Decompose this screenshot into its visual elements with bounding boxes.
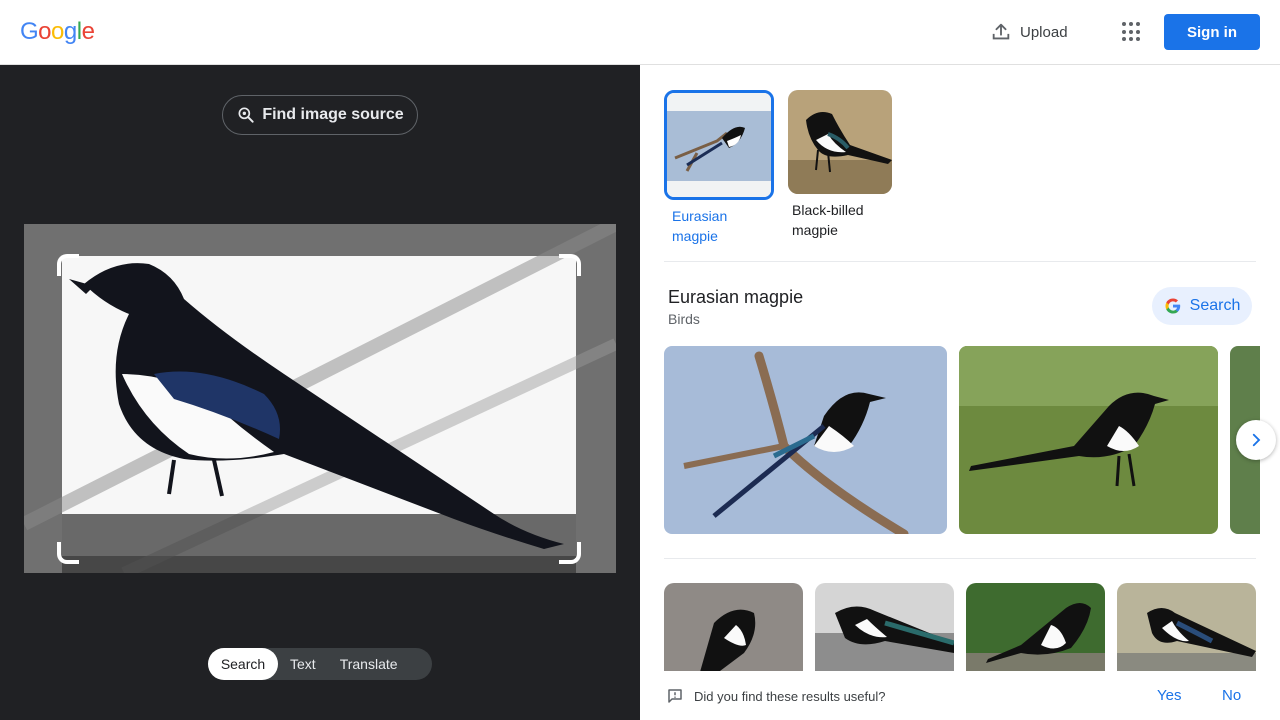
entity-chip-thumbnail — [664, 90, 774, 200]
feedback-question: Did you find these results useful? — [694, 689, 886, 704]
visual-match-2[interactable] — [815, 583, 954, 683]
crop-selection-frame[interactable] — [57, 254, 581, 564]
upload-icon — [992, 23, 1010, 40]
entity-search-label: Search — [1189, 297, 1241, 314]
result-image-2[interactable] — [959, 346, 1218, 534]
mode-search-tab[interactable]: Search — [208, 648, 278, 680]
visual-match-4[interactable] — [1117, 583, 1256, 683]
feedback-icon — [668, 689, 682, 703]
crop-handle-bottom-right[interactable] — [559, 542, 581, 564]
entity-subtitle: Birds — [668, 311, 700, 327]
entity-chip-thumbnail — [788, 90, 892, 194]
visual-match-1[interactable] — [664, 583, 803, 683]
apps-grid-icon[interactable] — [1120, 20, 1144, 44]
top-bar: Google Upload Sign in — [0, 0, 1280, 65]
mode-switcher: Search Text Translate — [208, 648, 432, 680]
section-divider — [664, 261, 1256, 262]
chevron-right-icon — [1252, 433, 1261, 447]
carousel-next-button[interactable] — [1236, 420, 1276, 460]
crop-handle-bottom-left[interactable] — [57, 542, 79, 564]
entity-chip-black-billed-magpie[interactable]: Black-billed magpie — [788, 90, 898, 240]
results-panel: Eurasian magpie Black-billed magpie Eura… — [640, 65, 1280, 720]
entity-chip-label: Eurasian magpie — [672, 208, 728, 244]
feedback-yes-button[interactable]: Yes — [1157, 687, 1181, 704]
sign-in-button[interactable]: Sign in — [1164, 14, 1260, 50]
result-image-1[interactable] — [664, 346, 947, 534]
entity-search-button[interactable]: Search — [1152, 287, 1252, 325]
entity-chip-label: Black-billed magpie — [792, 202, 864, 238]
find-image-source-label: Find image source — [262, 106, 404, 123]
lens-search-icon — [238, 107, 254, 123]
google-g-icon — [1165, 298, 1180, 314]
feedback-no-button[interactable]: No — [1222, 687, 1241, 704]
crop-handle-top-right[interactable] — [559, 254, 581, 276]
section-divider — [664, 558, 1256, 559]
entity-title: Eurasian magpie — [668, 287, 804, 307]
image-viewer-panel: Find image source Search Text Translate — [0, 65, 640, 720]
upload-button[interactable]: Upload — [990, 18, 1068, 46]
mode-translate-tab[interactable]: Translate — [328, 648, 410, 680]
find-image-source-button[interactable]: Find image source — [222, 95, 418, 135]
visual-match-3[interactable] — [966, 583, 1105, 683]
crop-handle-top-left[interactable] — [57, 254, 79, 276]
mode-text-tab[interactable]: Text — [278, 648, 328, 680]
google-logo[interactable]: Google — [20, 18, 95, 46]
entity-chip-eurasian-magpie[interactable]: Eurasian magpie — [664, 90, 774, 246]
feedback-bar: Did you find these results useful? Yes N… — [640, 671, 1280, 720]
upload-label: Upload — [1020, 23, 1068, 41]
